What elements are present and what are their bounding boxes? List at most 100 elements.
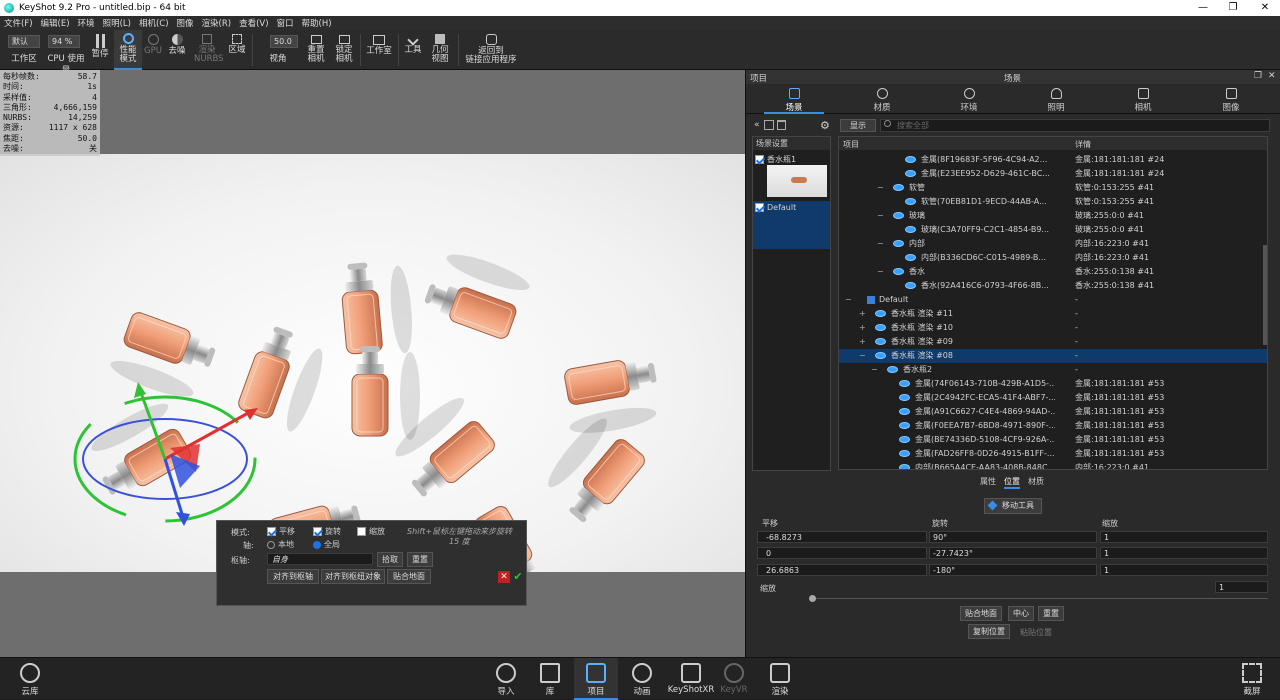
minimize-button[interactable]: — — [1188, 0, 1218, 16]
cpu-usage-field[interactable]: 94 % — [48, 35, 80, 48]
visibility-eye-icon[interactable] — [905, 226, 916, 233]
scene-thumbnail[interactable] — [767, 165, 827, 197]
center-button[interactable]: 中心 — [1008, 606, 1034, 621]
global-radio[interactable]: 全局 — [313, 539, 340, 550]
close-panel-icon[interactable]: ✕ — [1268, 71, 1276, 81]
tree-row[interactable]: − Default - — [839, 293, 1267, 307]
studio-button[interactable]: 工作室 — [364, 30, 394, 70]
show-dropdown[interactable]: 显示 — [840, 119, 876, 132]
tree-row[interactable]: 内部(B665A4CE-AA83-408B-848C... 内部:16:223:0… — [839, 461, 1267, 469]
back-to-linked-app-button[interactable]: 返回到 链接应用程序 — [462, 30, 520, 70]
tree-row[interactable]: 金属(FAD26FF8-0D26-4915-B1FF-... 金属:181:181… — [839, 447, 1267, 461]
expand-toggle-icon[interactable]: − — [871, 363, 878, 377]
tree-row[interactable]: 软管(70EB81D1-9ECD-44AB-A... 软管:0:153:255 #… — [839, 195, 1267, 209]
visibility-eye-icon[interactable] — [875, 352, 886, 359]
menu-edit[interactable]: 编辑(E) — [41, 17, 70, 29]
close-button[interactable]: ✕ — [1250, 0, 1280, 16]
tree-row[interactable]: 金属(A91C6627-C4E4-4869-94AD-... 金属:181:181… — [839, 405, 1267, 419]
visibility-eye-icon[interactable] — [893, 268, 904, 275]
visibility-eye-icon[interactable] — [875, 324, 886, 331]
visibility-eye-icon[interactable] — [875, 338, 886, 345]
translate-checkbox[interactable]: 平移 — [267, 526, 295, 537]
tab-environment[interactable]: 环境 — [934, 84, 1004, 114]
snap-to-ground-button[interactable]: 贴合地面 — [960, 606, 1002, 621]
add-scene-icon[interactable] — [764, 120, 774, 130]
scene-set-item[interactable]: 香水瓶1 — [755, 154, 796, 165]
expand-toggle-icon[interactable]: + — [859, 335, 866, 349]
gpu-button[interactable]: GPU — [144, 30, 162, 70]
visibility-eye-icon[interactable] — [899, 436, 910, 443]
menu-environment[interactable]: 环境 — [78, 17, 95, 29]
menu-lighting[interactable]: 照明(L) — [103, 17, 131, 29]
tab-lighting[interactable]: 照明 — [1021, 84, 1091, 114]
expand-toggle-icon[interactable]: − — [877, 209, 884, 223]
confirm-icon[interactable]: ✔ — [512, 571, 524, 583]
tree-row[interactable]: 香水(92A416C6-0793-4F66-8B... 香水:255:0:138 … — [839, 279, 1267, 293]
paste-position-button[interactable]: 粘贴位置 — [1020, 627, 1052, 638]
visibility-eye-icon[interactable] — [899, 408, 910, 415]
performance-mode-button[interactable]: 性能 模式 — [114, 30, 142, 70]
reset-position-button[interactable]: 重置 — [1038, 606, 1064, 621]
expand-toggle-icon[interactable]: + — [859, 307, 866, 321]
translate-x-input[interactable]: -68.8273 — [757, 531, 927, 543]
expand-toggle-icon[interactable]: − — [845, 293, 852, 307]
gear-icon[interactable]: ⚙ — [820, 119, 830, 132]
tree-row[interactable]: + 香水瓶 渲染 #09 - — [839, 335, 1267, 349]
rotate-z-input[interactable]: -180° — [929, 564, 1097, 576]
tree-row[interactable]: + 香水瓶 渲染 #10 - — [839, 321, 1267, 335]
tree-row[interactable]: 金属(F0EEA7B7-6BD8-4971-890F-... 金属:181:181… — [839, 419, 1267, 433]
render-nurbs-button[interactable]: 渲染 NURBS — [194, 30, 224, 70]
tree-row[interactable]: 金属(BE74336D-5108-4CF9-926A-... 金属:181:181… — [839, 433, 1267, 447]
menu-window[interactable]: 窗口 — [277, 17, 294, 29]
pause-button[interactable]: 暂停 — [88, 30, 112, 70]
visibility-eye-icon[interactable] — [899, 450, 910, 457]
expand-toggle-icon[interactable]: − — [859, 349, 866, 363]
visibility-eye-icon[interactable] — [899, 394, 910, 401]
visibility-eye-icon[interactable] — [905, 254, 916, 261]
tree-row[interactable]: − 玻璃 玻璃:255:0:0 #41 — [839, 209, 1267, 223]
cloud-library-button[interactable]: 云库 — [8, 658, 52, 700]
visibility-eye-icon[interactable] — [875, 310, 886, 317]
float-window-icon[interactable]: ❐ — [1254, 71, 1262, 81]
tab-scene[interactable]: 场景 — [759, 84, 829, 114]
tree-row[interactable]: 内部(B336CD6C-C015-4989-B... 内部:16:223:0 #4… — [839, 251, 1267, 265]
render-button[interactable]: 渲染 — [758, 658, 802, 700]
reset-camera-button[interactable]: 重置 相机 — [304, 30, 328, 70]
animation-button[interactable]: 动画 — [620, 658, 664, 700]
align-to-pivot-button[interactable]: 对齐到枢轴 — [267, 569, 319, 584]
local-radio[interactable]: 本地 — [267, 539, 294, 550]
project-button[interactable]: 项目 — [574, 658, 618, 700]
visibility-eye-icon[interactable] — [899, 380, 910, 387]
visibility-eye-icon[interactable] — [893, 212, 904, 219]
move-tool-button[interactable]: 移动工具 — [984, 498, 1042, 514]
menu-file[interactable]: 文件(F) — [4, 17, 33, 29]
geometry-view-button[interactable]: 几何 视图 — [428, 30, 452, 70]
tree-row[interactable]: 金属(2C4942FC-ECA5-41F4-ABF7-... 金属:181:181… — [839, 391, 1267, 405]
rotate-checkbox[interactable]: 旋转 — [313, 526, 341, 537]
visibility-eye-icon[interactable] — [899, 422, 910, 429]
render-stage[interactable] — [0, 154, 745, 616]
tab-camera[interactable]: 相机 — [1108, 84, 1178, 114]
scale-x-input[interactable]: 1 — [1100, 531, 1268, 543]
scale-checkbox[interactable]: 缩放 — [357, 526, 385, 537]
snap-ground-button[interactable]: 贴合地面 — [387, 569, 431, 584]
align-to-pivot-object-button[interactable]: 对齐到枢纽对象 — [321, 569, 385, 584]
uniform-scale-slider[interactable] — [812, 598, 1268, 599]
copy-position-button[interactable]: 复制位置 — [968, 624, 1010, 639]
scale-y-input[interactable]: 1 — [1100, 547, 1268, 559]
visibility-eye-icon[interactable] — [905, 282, 916, 289]
maximize-button[interactable]: ❐ — [1218, 0, 1248, 16]
subtab-position[interactable]: 位置 — [1004, 476, 1020, 489]
tree-row[interactable]: − 香水瓶 渲染 #08 - — [839, 349, 1267, 363]
tab-material[interactable]: 材质 — [847, 84, 917, 114]
reset-pivot-button[interactable]: 重置 — [407, 552, 433, 567]
screenshot-button[interactable]: 截屏 — [1230, 658, 1274, 700]
tree-row[interactable]: + 香水瓶 渲染 #11 - — [839, 307, 1267, 321]
menu-camera[interactable]: 相机(C) — [139, 17, 169, 29]
denoise-button[interactable]: 去噪 — [166, 30, 188, 70]
tree-scrollbar[interactable] — [1263, 245, 1267, 345]
pick-button[interactable]: 拾取 — [377, 552, 403, 567]
visibility-eye-icon[interactable] — [905, 170, 916, 177]
subtab-properties[interactable]: 属性 — [980, 476, 996, 487]
library-button[interactable]: 库 — [528, 658, 572, 700]
